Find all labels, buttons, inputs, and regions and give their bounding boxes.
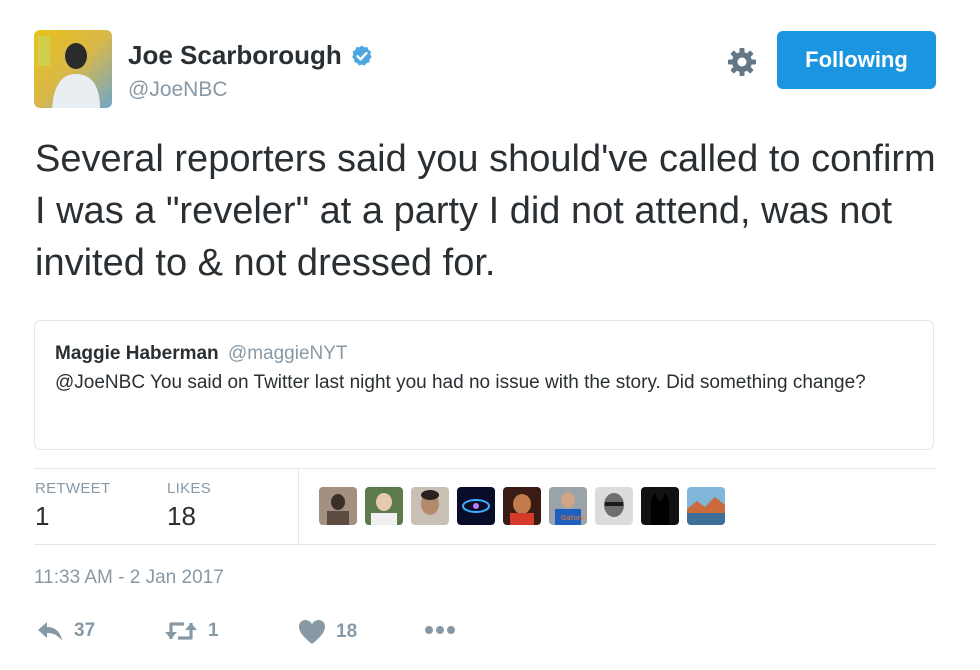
liker-avatar[interactable] xyxy=(503,487,541,525)
author-name-row[interactable]: Joe Scarborough xyxy=(128,40,374,71)
author-avatar[interactable] xyxy=(34,30,112,108)
gear-icon[interactable] xyxy=(726,46,758,78)
likers-avatars: Gators xyxy=(319,487,725,525)
liker-avatar[interactable] xyxy=(457,487,495,525)
liker-avatar[interactable] xyxy=(595,487,633,525)
retweet-stat[interactable]: RETWEET 1 xyxy=(35,480,110,532)
quoted-author-handle: @maggieNYT xyxy=(227,343,348,364)
like-action[interactable]: 18 xyxy=(298,619,357,645)
liker-avatar[interactable] xyxy=(319,487,357,525)
stats-vertical-divider xyxy=(298,469,299,544)
liker-avatar[interactable] xyxy=(365,487,403,525)
quoted-author-name: Maggie Haberman xyxy=(55,343,219,364)
retweet-icon xyxy=(165,622,197,640)
retweet-action-count: 1 xyxy=(208,620,219,641)
liker-avatar[interactable]: Gators xyxy=(549,487,587,525)
heart-icon xyxy=(299,620,325,644)
stats-bottom-divider xyxy=(34,544,936,545)
likes-stat-label: LIKES xyxy=(167,480,212,497)
liker-avatar[interactable] xyxy=(687,487,725,525)
reply-action[interactable]: 37 xyxy=(36,619,95,643)
quoted-tweet-text: @JoeNBC You said on Twitter last night y… xyxy=(55,372,866,393)
retweet-action[interactable]: 1 xyxy=(164,619,219,643)
stats-top-divider xyxy=(34,468,936,469)
retweet-stat-label: RETWEET xyxy=(35,480,111,497)
quoted-tweet-card[interactable]: Maggie Haberman @maggieNYT @JoeNBC You s… xyxy=(34,320,934,450)
verified-badge-icon xyxy=(352,45,372,65)
author-handle[interactable]: @JoeNBC xyxy=(128,78,228,102)
quoted-tweet-header: Maggie Haberman @maggieNYT xyxy=(55,343,913,365)
avatar-image xyxy=(34,30,112,108)
author-name[interactable]: Joe Scarborough xyxy=(128,40,342,71)
likes-stat-count: 18 xyxy=(167,501,196,531)
liker-avatar[interactable] xyxy=(641,487,679,525)
svg-text:Gators: Gators xyxy=(561,514,585,522)
following-button[interactable]: Following xyxy=(777,31,936,89)
tweet-text: Several reporters said you should've cal… xyxy=(35,138,936,284)
like-action-count: 18 xyxy=(336,621,358,642)
retweet-stat-count: 1 xyxy=(35,501,50,531)
more-action[interactable] xyxy=(424,625,456,635)
likes-stat[interactable]: LIKES 18 xyxy=(167,480,211,532)
liker-avatar[interactable] xyxy=(411,487,449,525)
reply-icon xyxy=(38,622,62,641)
reply-count: 37 xyxy=(74,620,96,641)
more-options-icon xyxy=(425,626,455,634)
tweet-timestamp[interactable]: 11:33 AM - 2 Jan 2017 xyxy=(34,567,224,589)
